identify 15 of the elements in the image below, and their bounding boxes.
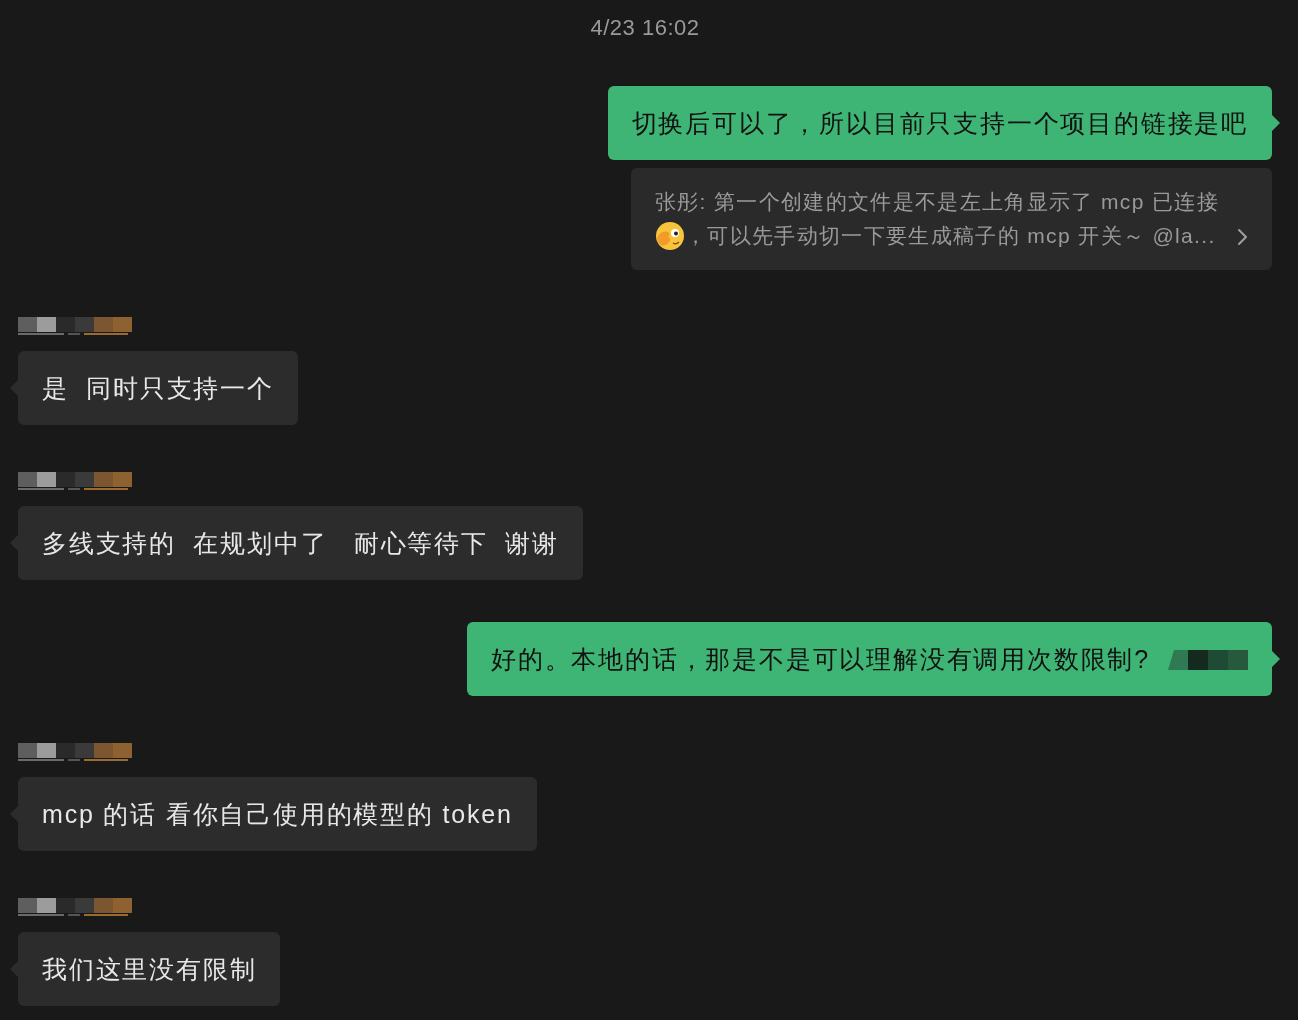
message-text: 是 同时只支持一个 [42, 373, 274, 404]
quote-text: 张彤: 第一个创建的文件是不是左上角显示了 mcp 已连接 [654, 189, 1219, 215]
quote-text: ，可以先手动切一下要生成稿子的 mcp 开关～ @la... [684, 223, 1216, 249]
message-text: 多线支持的 在规划中了 耐心等待下 谢谢 [42, 528, 559, 559]
timestamp: 4/23 16:02 [590, 14, 700, 42]
message-text: 好的。本地的话，那是不是可以理解没有调用次数限制? [491, 644, 1150, 675]
message-text: 切换后可以了，所以目前只支持一个项目的链接是吧 [631, 108, 1248, 139]
pixelated-name-icon [18, 317, 132, 335]
face-with-hand-icon [654, 221, 685, 251]
pixelated-name-icon [18, 898, 132, 916]
message-text: mcp 的话 看你自己使用的模型的 token [42, 799, 513, 830]
pixelated-name-icon [18, 472, 132, 490]
pixelated-name-icon [18, 743, 132, 761]
chevron-right-icon[interactable] [1237, 228, 1248, 246]
message-text: 我们这里没有限制 [42, 954, 257, 985]
